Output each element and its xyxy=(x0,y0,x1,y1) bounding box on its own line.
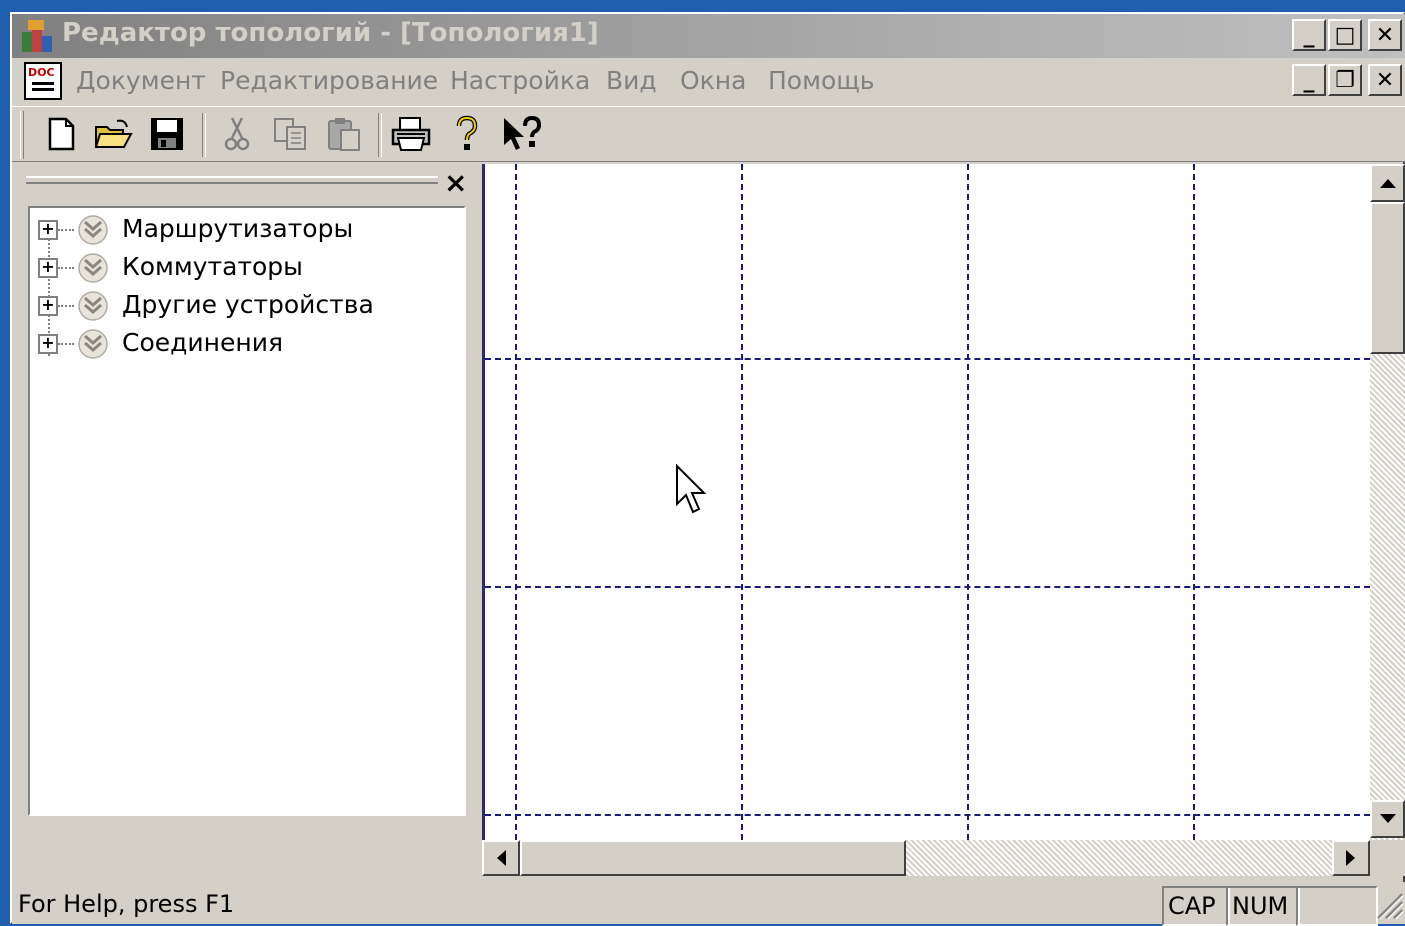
menu-edit[interactable]: Редактирование xyxy=(220,66,438,95)
panel-close-button[interactable]: × xyxy=(444,166,467,199)
category-icon xyxy=(76,214,110,250)
tree-item[interactable]: + Другие устройства xyxy=(30,288,450,324)
status-cap-indicator: CAP xyxy=(1162,886,1230,926)
menu-settings[interactable]: Настройка xyxy=(450,66,590,95)
category-icon xyxy=(76,252,110,288)
scroll-down-button[interactable] xyxy=(1370,800,1405,838)
document-menu-icon[interactable]: DOC xyxy=(24,62,62,100)
menu-view[interactable]: Вид xyxy=(606,66,657,95)
resize-grip-icon[interactable] xyxy=(1374,888,1404,924)
grid-line-horizontal xyxy=(485,586,1370,588)
panel-grip[interactable] xyxy=(26,176,438,184)
status-bar: For Help, press F1 CAP NUM xyxy=(12,882,1405,926)
arrow-left-icon xyxy=(497,850,506,866)
menu-document[interactable]: Документ xyxy=(76,66,206,95)
tree-item-label: Коммутаторы xyxy=(122,252,303,281)
tree-item-label: Другие устройства xyxy=(122,290,374,319)
maximize-button[interactable]: □ xyxy=(1328,19,1362,51)
print-icon[interactable] xyxy=(390,113,432,155)
grid-line-horizontal xyxy=(485,358,1370,360)
new-file-icon[interactable] xyxy=(40,113,82,155)
expand-icon[interactable]: + xyxy=(38,296,58,316)
toolbar-grip[interactable] xyxy=(20,111,24,159)
close-button[interactable]: ✕ xyxy=(1368,19,1402,51)
scroll-corner xyxy=(1370,840,1405,876)
grid-line-vertical xyxy=(1193,164,1195,840)
context-help-icon[interactable] xyxy=(500,113,542,155)
menu-help[interactable]: Помощь xyxy=(768,66,875,95)
tree-item-label: Маршрутизаторы xyxy=(122,214,354,243)
toolbar-separator xyxy=(378,113,382,157)
scroll-up-button[interactable] xyxy=(1370,164,1405,202)
tree-item[interactable]: + Соединения xyxy=(30,326,450,362)
minimize-icon: _ xyxy=(1303,67,1315,93)
scroll-right-button[interactable] xyxy=(1332,840,1370,876)
app-icon[interactable] xyxy=(20,18,56,54)
category-icon xyxy=(76,328,110,364)
tree-connector xyxy=(58,305,74,307)
horizontal-scroll-thumb[interactable] xyxy=(520,840,906,876)
mdi-restore-button[interactable]: ❐ xyxy=(1328,64,1362,96)
status-help-text: For Help, press F1 xyxy=(18,890,235,918)
tree-item[interactable]: + Коммутаторы xyxy=(30,250,450,286)
tree-connector xyxy=(58,343,74,345)
arrow-down-icon xyxy=(1379,814,1396,823)
cut-icon[interactable] xyxy=(216,113,258,155)
help-icon[interactable] xyxy=(446,113,488,155)
paste-icon[interactable] xyxy=(324,113,366,155)
open-folder-icon[interactable] xyxy=(92,113,134,155)
horizontal-scrollbar[interactable] xyxy=(482,840,1370,876)
close-icon: ✕ xyxy=(1375,22,1395,48)
minimize-button[interactable]: _ xyxy=(1292,19,1326,51)
grid-line-vertical xyxy=(967,164,969,840)
expand-icon[interactable]: + xyxy=(38,334,58,354)
minimize-icon: _ xyxy=(1303,22,1315,48)
vertical-scroll-thumb[interactable] xyxy=(1370,202,1405,354)
mdi-close-button[interactable]: ✕ xyxy=(1368,64,1402,96)
tree-connector xyxy=(58,229,74,231)
status-scroll-indicator xyxy=(1296,886,1378,926)
toolbar xyxy=(12,106,1405,162)
device-tree[interactable]: + Маршрутизаторы + Коммутаторы + Другие … xyxy=(28,206,466,816)
scroll-left-button[interactable] xyxy=(482,840,520,876)
vertical-scrollbar[interactable] xyxy=(1370,164,1405,840)
close-icon: ✕ xyxy=(1375,67,1395,93)
mdi-minimize-button[interactable]: _ xyxy=(1292,64,1326,96)
menu-bar: DOC Документ Редактирование Настройка Ви… xyxy=(12,58,1405,106)
expand-icon[interactable]: + xyxy=(38,258,58,278)
tree-item[interactable]: + Маршрутизаторы xyxy=(30,212,450,248)
mouse-pointer-icon xyxy=(675,463,709,520)
grid-line-vertical xyxy=(515,164,517,840)
grid-line-horizontal xyxy=(485,814,1370,816)
menu-windows[interactable]: Окна xyxy=(680,66,746,95)
title-bar[interactable]: Редактор топологий - [Топология1] _ □ ✕ xyxy=(12,14,1405,58)
copy-icon[interactable] xyxy=(270,113,312,155)
save-icon[interactable] xyxy=(146,113,188,155)
grid-line-vertical xyxy=(741,164,743,840)
tree-connector xyxy=(58,267,74,269)
expand-icon[interactable]: + xyxy=(38,220,58,240)
arrow-up-icon xyxy=(1379,179,1396,188)
maximize-icon: □ xyxy=(1334,22,1356,48)
status-num-indicator: NUM xyxy=(1226,886,1300,926)
tree-item-label: Соединения xyxy=(122,328,284,357)
category-icon xyxy=(76,290,110,326)
toolbar-separator xyxy=(202,113,206,157)
arrow-right-icon xyxy=(1346,850,1355,866)
topology-canvas[interactable] xyxy=(482,164,1370,840)
window-title: Редактор топологий - [Топология1] xyxy=(62,18,599,48)
restore-icon: ❐ xyxy=(1335,67,1355,93)
